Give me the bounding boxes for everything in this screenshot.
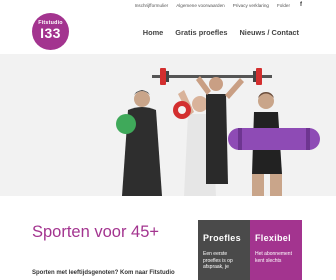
hero-photo-illustration <box>116 68 320 196</box>
logo-text-number: I33 <box>40 25 61 41</box>
card-proefles-text: Een eerste proefles is op afspraak, je <box>203 251 233 270</box>
link-algemene-voorwaarden[interactable]: Algemene voorwaarden <box>176 3 225 8</box>
facebook-icon[interactable]: f <box>300 2 302 8</box>
card-proefles[interactable]: Proefles Een eerste proefles is op afspr… <box>198 220 250 280</box>
nav-gratis-proefles[interactable]: Gratis proefles <box>175 28 227 37</box>
link-inschrijfformulier[interactable]: Inschrijfformulier <box>135 3 169 8</box>
main-navigation: Home Gratis proefles Nieuws / Contact <box>143 28 299 37</box>
card-flexibel-text: Het abonnement kent slechts <box>255 251 292 264</box>
hero-image <box>0 54 336 196</box>
page-headline: Sporten voor 45+ <box>32 223 160 241</box>
site-logo[interactable]: Fitstudio I33 <box>32 13 69 50</box>
link-folder[interactable]: Folder <box>277 3 290 8</box>
card-flexibel-title: Flexibel <box>255 233 291 243</box>
card-proefles-title: Proefles <box>203 233 241 243</box>
link-privacy-verklaring[interactable]: Privacy verklaring <box>233 3 269 8</box>
nav-home[interactable]: Home <box>143 28 164 37</box>
top-utility-bar: Inschrijfformulier Algemene voorwaarden … <box>0 0 336 10</box>
card-flexibel[interactable]: Flexibel Het abonnement kent slechts <box>250 220 302 280</box>
nav-nieuws-contact[interactable]: Nieuws / Contact <box>239 28 299 37</box>
intro-subline: Sporten met leeftijdsgenoten? Kom naar F… <box>32 270 175 276</box>
